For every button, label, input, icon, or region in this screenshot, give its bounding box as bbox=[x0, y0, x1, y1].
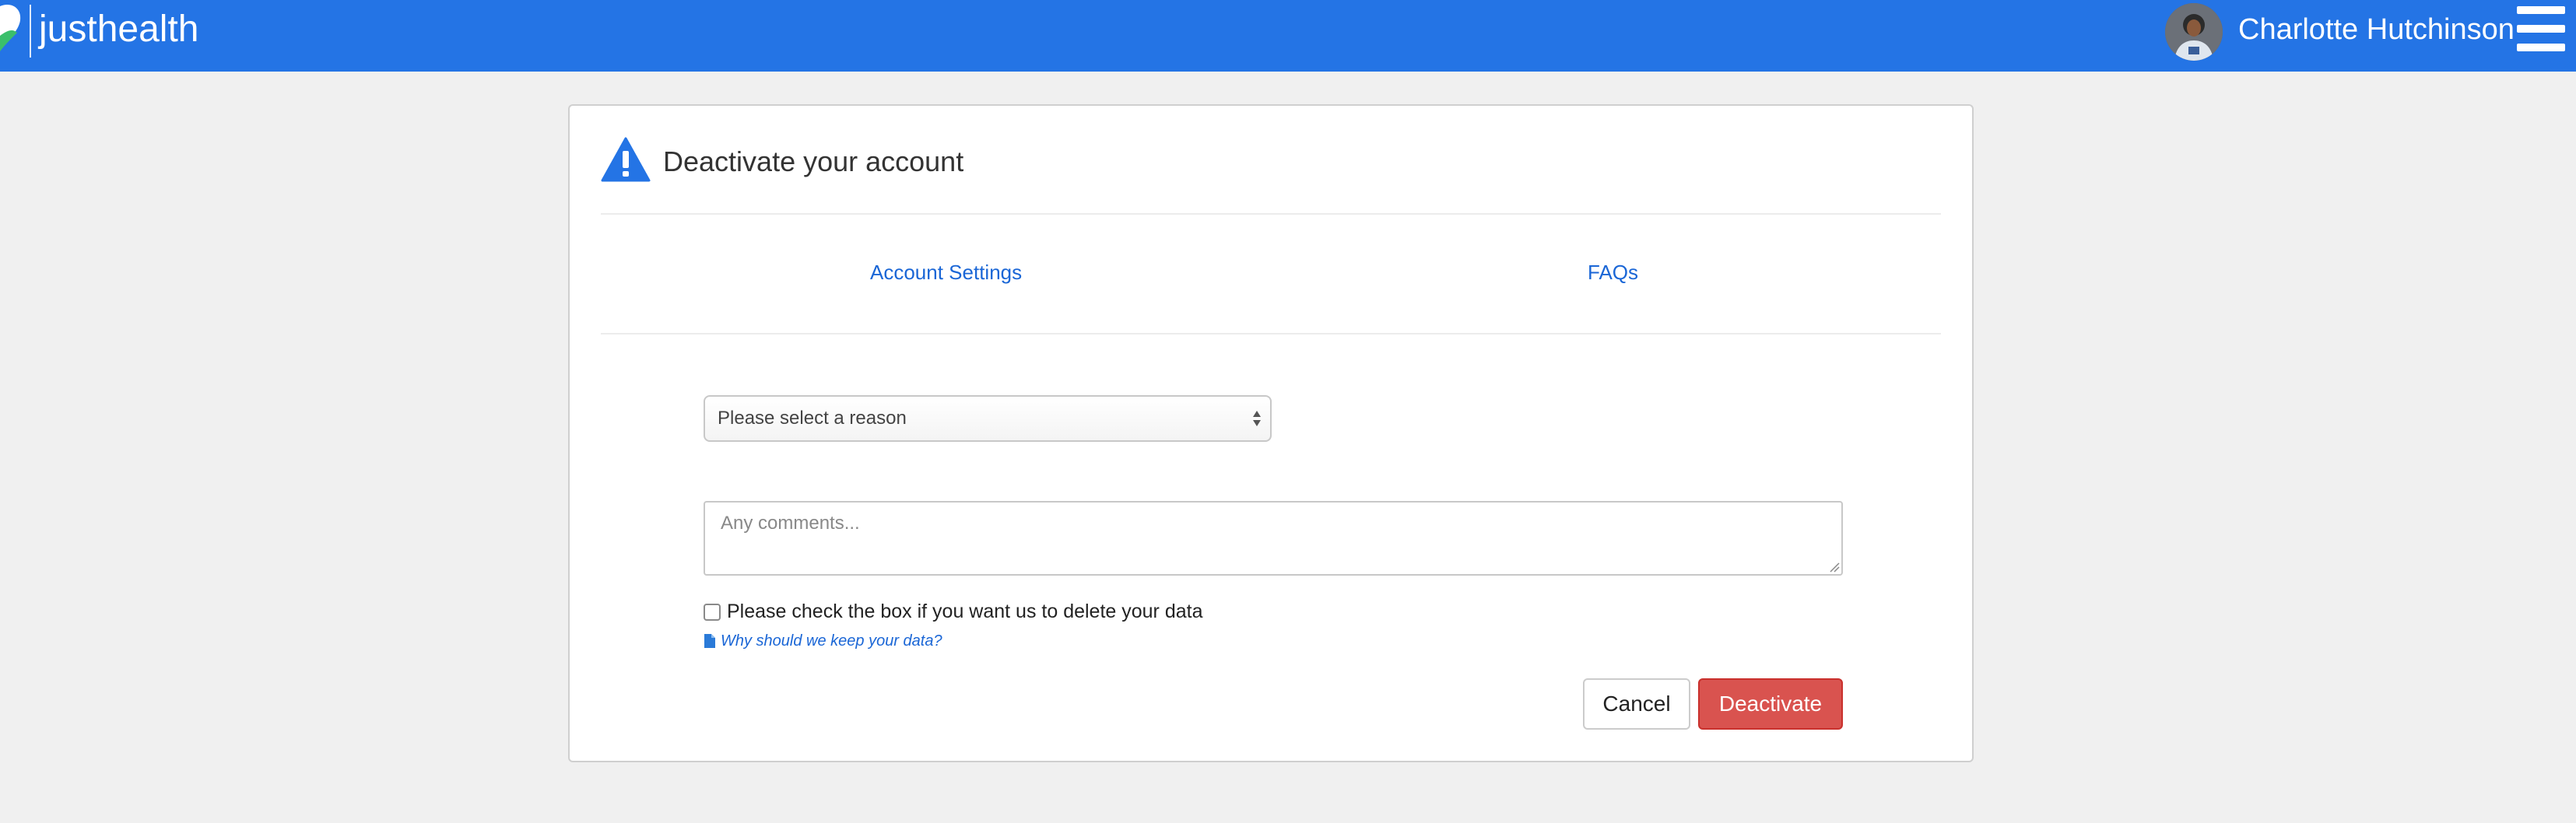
cancel-button[interactable]: Cancel bbox=[1583, 678, 1690, 730]
comments-placeholder: Any comments... bbox=[721, 513, 860, 534]
resize-grip-icon[interactable] bbox=[1829, 562, 1840, 573]
user-name[interactable]: Charlotte Hutchinson bbox=[2238, 11, 2515, 48]
delete-data-checkbox[interactable] bbox=[704, 604, 721, 621]
comments-textarea[interactable]: Any comments... bbox=[704, 501, 1843, 576]
avatar-image bbox=[2165, 3, 2223, 61]
why-keep-data-text[interactable]: Why should we keep your data? bbox=[721, 630, 942, 652]
document-icon bbox=[704, 634, 715, 648]
heart-leaf-logo[interactable] bbox=[0, 0, 31, 62]
reason-select-value: Please select a reason bbox=[718, 408, 907, 429]
user-avatar[interactable] bbox=[2165, 3, 2223, 61]
warning-icon bbox=[601, 137, 651, 182]
divider bbox=[601, 213, 1941, 215]
select-arrows-icon bbox=[1253, 411, 1261, 426]
logo-divider bbox=[30, 5, 31, 58]
account-settings-link[interactable]: Account Settings bbox=[870, 260, 1022, 285]
top-navbar: justhealth Charlotte Hutchinson bbox=[0, 0, 2576, 72]
brand-name[interactable]: justhealth bbox=[39, 8, 198, 51]
deactivate-account-card: Deactivate your account Account Settings… bbox=[568, 104, 1974, 762]
reason-select[interactable]: Please select a reason bbox=[704, 395, 1272, 442]
deactivate-button[interactable]: Deactivate bbox=[1698, 678, 1843, 730]
faqs-link[interactable]: FAQs bbox=[1588, 260, 1638, 285]
delete-data-label[interactable]: Please check the box if you want us to d… bbox=[727, 599, 1203, 624]
page-title: Deactivate your account bbox=[663, 145, 964, 177]
divider bbox=[601, 333, 1941, 334]
hamburger-icon[interactable] bbox=[2517, 6, 2565, 51]
